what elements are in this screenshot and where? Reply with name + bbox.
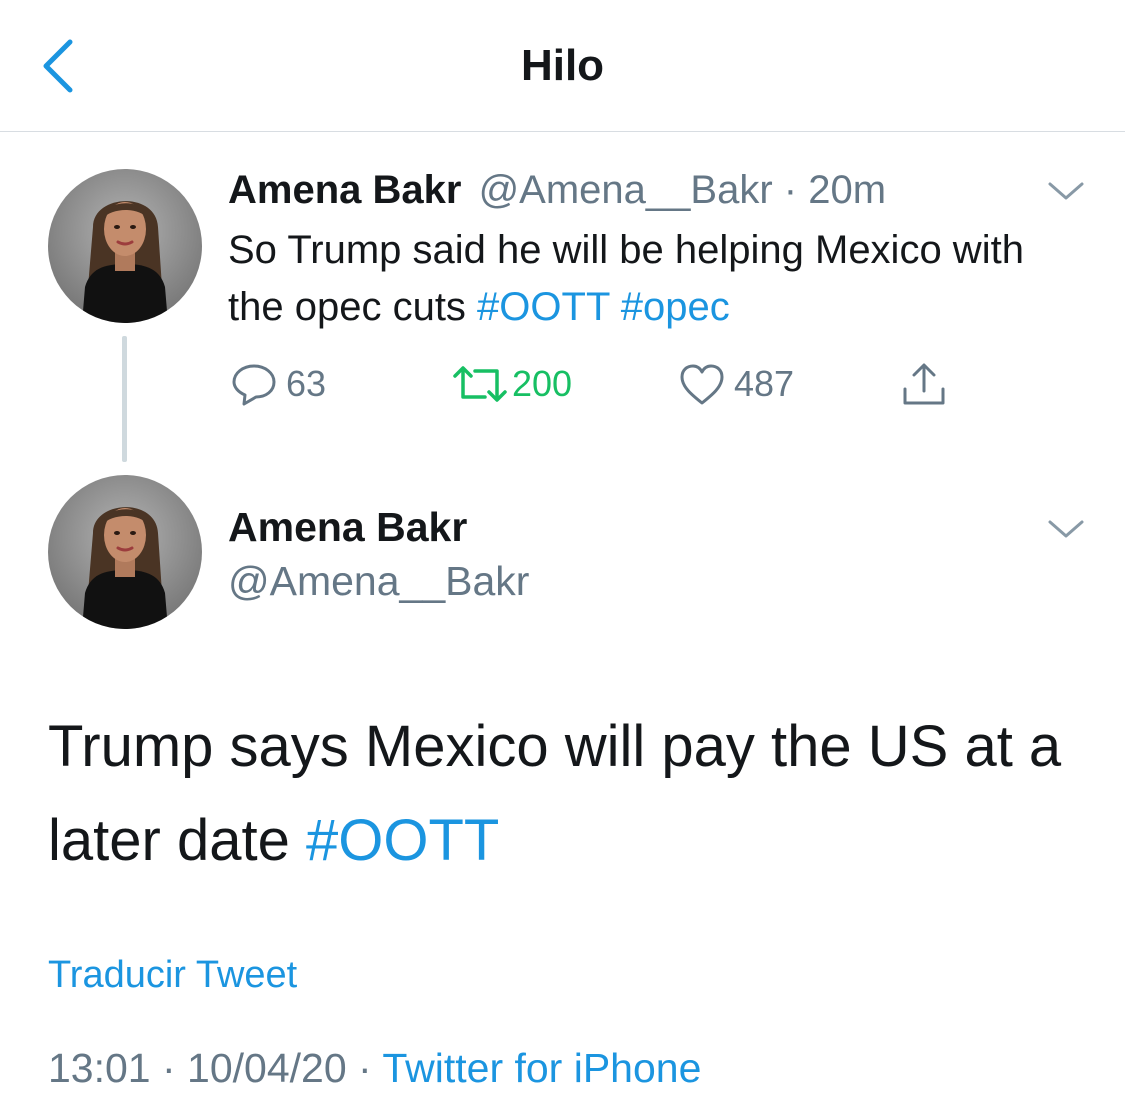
like-button[interactable]: 487 [678,358,794,410]
page-title: Hilo [520,41,605,90]
meta-separator: · [772,168,809,212]
reply-icon [232,364,276,406]
reply-button[interactable]: 63 [230,358,326,410]
tweet-text-body: Trump says Mexico will pay the US at a l… [48,714,1062,873]
meta-separator: · [346,1045,383,1091]
tweet-date: 10/04/20 [187,1045,347,1091]
profile-photo [48,475,202,629]
tweet-options-button[interactable] [1046,176,1086,206]
hashtag-link[interactable]: #OOTT [306,808,499,873]
tweet-text: So Trump said he will be helping Mexico … [228,222,1078,336]
top-nav-bar: Hilo [0,0,1125,132]
share-button[interactable] [900,358,948,410]
tweet-time-ago[interactable]: 20m [808,168,886,212]
translate-tweet-link[interactable]: Traducir Tweet [48,952,297,998]
profile-photo [48,169,202,323]
author-name[interactable]: Amena Bakr [228,168,461,212]
tweet-metadata: 13:01 · 10/04/20 · Twitter for iPhone [48,1042,701,1094]
avatar[interactable] [48,169,202,323]
meta-separator: · [150,1045,188,1091]
share-icon [903,363,945,405]
author-name[interactable]: Amena Bakr [228,502,467,552]
hashtag-link[interactable]: #opec [621,285,730,329]
heart-icon [680,364,724,405]
reply-count: 63 [286,363,327,404]
main-tweet-text: Trump says Mexico will pay the US at a l… [48,700,1098,888]
like-count: 487 [734,363,795,404]
retweet-count: 200 [512,363,573,404]
tweet-options-button[interactable] [1046,514,1086,544]
tweet-source-link[interactable]: Twitter for iPhone [382,1045,701,1091]
retweet-icon [453,366,507,402]
chevron-down-icon [1048,520,1084,538]
avatar[interactable] [48,475,202,629]
hashtag-link[interactable]: #OOTT [477,285,610,329]
tweet-header: Amena Bakr @Amena__Bakr · 20m [228,166,886,214]
retweet-button[interactable]: 200 [452,358,572,410]
author-handle[interactable]: @Amena__Bakr [479,168,773,212]
thread-connector-line [122,336,127,462]
chevron-down-icon [1048,182,1084,200]
tweet-time: 13:01 [48,1045,151,1091]
author-handle[interactable]: @Amena__Bakr [228,556,529,606]
